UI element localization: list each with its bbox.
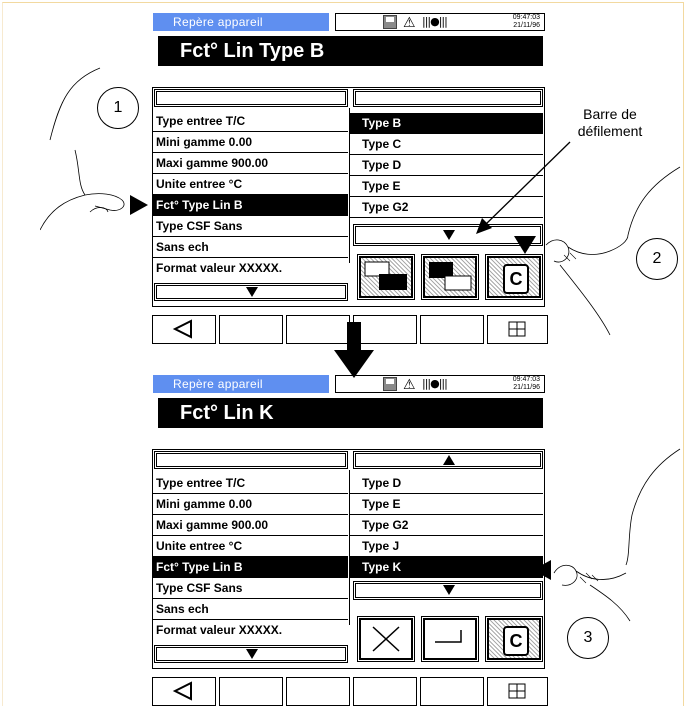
hand-pointer-icon: [545, 166, 681, 336]
param-row-selected[interactable]: Fct° Type Lin B: [152, 557, 348, 578]
option-header-field[interactable]: [353, 89, 543, 107]
section-label: Repère appareil: [153, 13, 329, 31]
warning-icon: ⚠: [403, 376, 416, 392]
hand-pointer-icon: [40, 67, 125, 231]
cancel-button[interactable]: [357, 616, 415, 662]
grid-button[interactable]: [487, 315, 548, 344]
scroll-down-arrow-icon: [443, 585, 455, 595]
signal-icon: |||●|||: [422, 15, 448, 28]
nav-button-3[interactable]: [286, 677, 350, 706]
grid-icon: [508, 683, 526, 699]
param-row[interactable]: Sans ech: [152, 237, 348, 258]
page-left-button[interactable]: [357, 254, 415, 300]
date-text: 21/11/96: [513, 384, 540, 391]
param-row-selected[interactable]: Fct° Type Lin B: [152, 195, 348, 216]
enter-icon: [435, 630, 462, 643]
back-button[interactable]: [152, 677, 216, 706]
param-header-field[interactable]: [154, 89, 348, 107]
option-row-selected[interactable]: Type B: [350, 113, 543, 134]
nav-button-2[interactable]: [219, 677, 283, 706]
enter-button[interactable]: [421, 616, 479, 662]
param-row[interactable]: Unite entree °C: [152, 536, 348, 557]
param-row[interactable]: Maxi gamme 900.00: [152, 515, 348, 536]
option-row[interactable]: Type D: [350, 473, 543, 494]
param-scroll-down-button[interactable]: [154, 645, 348, 663]
option-scroll-up-button[interactable]: [353, 451, 543, 469]
option-row[interactable]: Type J: [350, 536, 543, 557]
time-text: 09:47:03: [512, 14, 540, 21]
scroll-down-arrow-icon: [443, 230, 455, 240]
option-row-selected[interactable]: Type K: [350, 557, 543, 578]
back-triangle-icon: [172, 681, 192, 701]
option-row[interactable]: Type G2: [350, 515, 543, 536]
scrollbar-note-line-1: Barre de: [583, 106, 637, 122]
param-row[interactable]: Type entree T/C: [152, 111, 348, 132]
param-row[interactable]: Format valeur XXXXX.: [152, 258, 348, 279]
option-scrollbar[interactable]: [353, 581, 543, 600]
param-row[interactable]: Type entree T/C: [152, 473, 348, 494]
param-row[interactable]: Mini gamme 0.00: [152, 494, 348, 515]
clock: 09:47:03 21/11/96: [513, 376, 540, 392]
copyright-button[interactable]: C: [485, 254, 543, 300]
screen-2: Repère appareil ⚠ |||●||| 09:47:03 21/11…: [150, 372, 551, 717]
signal-icon: |||●|||: [422, 377, 448, 390]
param-row[interactable]: Unite entree °C: [152, 174, 348, 195]
nav-button-2[interactable]: [219, 315, 283, 344]
nav-button-4[interactable]: [353, 677, 417, 706]
bottom-nav: [152, 677, 548, 707]
copyright-c-icon: C: [503, 626, 529, 656]
page-right-icon: [429, 262, 472, 291]
grid-icon: [508, 321, 526, 337]
copyright-button[interactable]: C: [485, 616, 543, 662]
page-title: Fct° Lin K: [158, 398, 543, 428]
scroll-down-arrow-icon: [246, 649, 258, 659]
param-scroll-down-button[interactable]: [154, 283, 348, 301]
hand-pointer-icon: [553, 448, 681, 622]
section-label: Repère appareil: [153, 375, 329, 393]
option-row[interactable]: Type E: [350, 494, 543, 515]
page-right-button[interactable]: [421, 254, 479, 300]
param-header-field[interactable]: [154, 451, 348, 469]
clock: 09:47:03 21/11/96: [513, 14, 540, 30]
back-button[interactable]: [152, 315, 216, 344]
param-row[interactable]: Type CSF Sans: [152, 578, 348, 599]
floppy-disk-icon: [383, 377, 397, 391]
time-text: 09:47:03: [512, 376, 540, 383]
pointer-triangle-icon: [130, 195, 148, 215]
grid-button[interactable]: [487, 677, 548, 706]
date-text: 21/11/96: [513, 22, 540, 29]
param-row[interactable]: Format valeur XXXXX.: [152, 620, 348, 641]
copyright-c-icon: C: [503, 264, 529, 294]
page-left-icon: [364, 261, 407, 290]
floppy-disk-icon: [383, 15, 397, 29]
scrollbar-note: Barre de défilement: [555, 106, 665, 140]
back-triangle-icon: [172, 319, 192, 339]
param-row[interactable]: Mini gamme 0.00: [152, 132, 348, 153]
warning-icon: ⚠: [403, 14, 416, 30]
page-title: Fct° Lin Type B: [158, 36, 543, 66]
status-bar: ⚠ |||●||| 09:47:03 21/11/96: [335, 375, 545, 393]
cancel-x-icon: [372, 626, 400, 652]
pointer-triangle-icon: [514, 236, 536, 254]
status-bar: ⚠ |||●||| 09:47:03 21/11/96: [335, 13, 545, 31]
nav-button-5[interactable]: [420, 315, 484, 344]
scroll-down-arrow-icon: [246, 287, 258, 297]
param-row[interactable]: Type CSF Sans: [152, 216, 348, 237]
nav-button-5[interactable]: [420, 677, 484, 706]
param-row[interactable]: Maxi gamme 900.00: [152, 153, 348, 174]
scroll-up-arrow-icon: [443, 455, 455, 465]
param-row[interactable]: Sans ech: [152, 599, 348, 620]
